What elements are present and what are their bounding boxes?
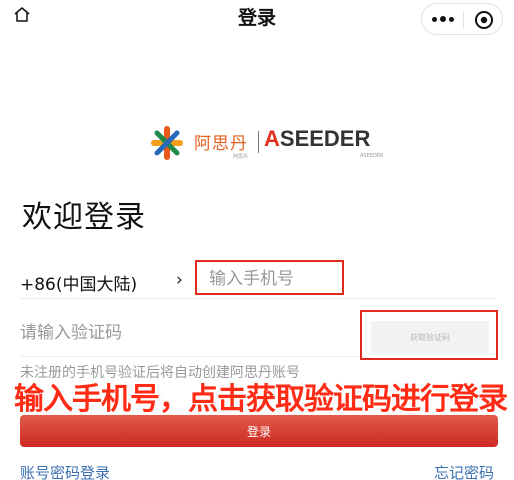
welcome-heading: 欢迎登录 xyxy=(22,200,146,235)
capsule-divider xyxy=(463,12,464,28)
brand-sub-en: ASEEDER xyxy=(360,153,384,159)
brand-sub-cn: 阿思丹 xyxy=(233,154,249,160)
navigation-bar: 登录 xyxy=(0,0,514,40)
phone-highlight-box xyxy=(195,260,344,295)
verification-code-input[interactable] xyxy=(20,319,320,347)
chevron-right-icon[interactable]: › xyxy=(176,270,183,290)
country-code-selector[interactable]: +86(中国大陆) xyxy=(20,270,137,295)
phone-divider xyxy=(20,298,496,299)
brand-name-en: ASEEDER xyxy=(264,126,371,151)
password-login-link[interactable]: 账号密码登录 xyxy=(20,462,110,480)
login-button[interactable]: 登录 xyxy=(20,415,498,447)
brand-divider xyxy=(258,131,259,153)
code-divider xyxy=(20,356,360,357)
brand-logo: 阿思丹 ASEEDER 阿思丹 ASEEDER xyxy=(150,122,383,162)
instruction-overlay: 输入手机号，点击获取验证码进行登录 xyxy=(14,382,508,417)
brand-name-cn: 阿思丹 xyxy=(194,134,248,154)
asterisk-logo-icon xyxy=(151,126,183,160)
more-dots-icon[interactable] xyxy=(422,4,464,34)
get-code-highlight-box xyxy=(360,310,498,360)
mini-program-capsule xyxy=(421,3,503,35)
target-circle-icon[interactable] xyxy=(474,10,494,30)
forgot-password-link[interactable]: 忘记密码 xyxy=(434,462,494,480)
